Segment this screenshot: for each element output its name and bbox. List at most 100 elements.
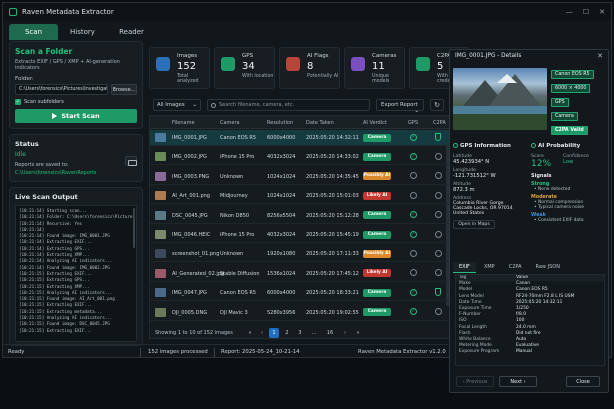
details-tabs: EXIF XMP C2PA Raw JSON [453, 262, 607, 273]
status-report: Report: 2025-05-24_10-21-14 [221, 349, 300, 355]
cell-camera: Nikon D850 [220, 212, 250, 219]
stat-sub: Potentially AI [307, 74, 339, 79]
confidence-value: Low [563, 159, 574, 165]
table-row[interactable]: IMG_0001.JPG Canon EOS R5 6000x4000 2025:05… [150, 130, 450, 146]
cell-date: 2025:05:20 18:33:21 [306, 290, 359, 297]
export-report-button[interactable]: Export Report ⌄ [376, 99, 424, 114]
cell-date: 2025:05:20 17:45:12 [306, 270, 359, 277]
page-button[interactable]: 2 [282, 328, 292, 338]
open-in-maps-button[interactable]: Open in Maps [453, 220, 495, 229]
cell-camera: Midjourney [220, 193, 248, 200]
lon-value: -121.731512° W [453, 173, 496, 179]
verdict-badge: Camera [363, 133, 391, 142]
status-panel: Status Idle Reports are saved to: C:\Use… [9, 134, 143, 182]
search-input[interactable]: Search filename, camera, etc. [207, 99, 370, 111]
table-row[interactable]: IMG_0047.JPG Canon EOS R5 6000x4000 2025:05… [150, 285, 450, 302]
page-button[interactable]: 16 [325, 328, 335, 338]
minimize-icon[interactable]: — [566, 8, 573, 16]
table-row[interactable]: AI_Generated_02.jpg Stable Diffusion 1536x… [150, 266, 450, 282]
exif-row: Exposure Program Manual [456, 349, 604, 355]
close-button[interactable]: Close [566, 376, 600, 387]
details-close-icon[interactable]: ✕ [597, 52, 603, 60]
filter-select[interactable]: All Images ⌄ [153, 99, 201, 111]
cell-camera: Canon EOS R5 [220, 290, 257, 297]
browse-button[interactable]: Browse... [111, 84, 137, 95]
verdict-badge: Camera [363, 211, 391, 220]
column-header[interactable]: Date Taken [306, 120, 334, 126]
log-scrollbar[interactable] [133, 208, 135, 248]
verdict-badge: Likely AI [363, 191, 391, 200]
refresh-icon[interactable]: ↻ [430, 99, 444, 111]
table-row[interactable]: DJI_0005.DNG DJI Mavic 3 5280x3956 2025:05:… [150, 305, 450, 321]
status-heading: Status [15, 140, 39, 148]
cell-filename: DJI_0005.DNG [172, 309, 208, 316]
page-button[interactable]: » [353, 328, 363, 338]
column-header[interactable]: Camera [220, 120, 240, 126]
open-folder-icon[interactable] [125, 156, 137, 166]
subfolders-checkbox[interactable]: ✓ [15, 99, 21, 105]
column-header[interactable]: GPS [408, 120, 418, 126]
table-row[interactable]: screenshot_01.png Unknown 1920x1080 2025:05… [150, 246, 450, 263]
stat-icon [286, 57, 300, 71]
exif-key: Make [459, 281, 471, 287]
gps-none-icon [410, 191, 417, 199]
table-row[interactable]: IMG_0003.PNG Unknown 1024x1024 2025:05:20 1… [150, 169, 450, 185]
tab-scan[interactable]: Scan [9, 24, 58, 40]
stats-row: Images 152 Total analyzed GPS 34 With locatio… [149, 47, 470, 89]
column-header[interactable]: C2PA [433, 120, 446, 126]
previous-button[interactable]: ‹ Previous [456, 376, 494, 387]
c2pa-none-icon [435, 230, 442, 238]
status-count: 152 images processed [148, 349, 208, 355]
details-tab-raw-json[interactable]: Raw JSON [530, 262, 566, 273]
saved-label: Reports are saved to: [15, 162, 69, 168]
tab-reader[interactable]: Reader [107, 24, 156, 40]
page-button[interactable]: 3 [295, 328, 305, 338]
stat-title: AI Flags [307, 53, 329, 59]
folder-input[interactable]: C:\Users\forensics\Pictures\Investigatio… [15, 84, 108, 95]
stat-value: 152 [177, 61, 197, 72]
verdict-badge: Possibly AI [363, 172, 391, 181]
thumbnail [155, 152, 166, 162]
page-button[interactable]: 1 [269, 328, 279, 338]
tab-history[interactable]: History [58, 24, 107, 40]
details-tab-xmp[interactable]: XMP [478, 262, 501, 273]
detail-tag: Camera [551, 112, 578, 121]
page-button[interactable]: « [245, 328, 255, 338]
next-button[interactable]: Next › [499, 376, 537, 387]
cell-resolution: 6000x4000 [267, 290, 296, 297]
gps-heading: GPS Information [453, 143, 528, 149]
cell-resolution: 1920x1080 [267, 251, 296, 258]
details-title: IMG_0001.JPG - Details [455, 53, 522, 59]
table-row[interactable]: IMG_0046.HEIC iPhone 15 Pro 4032x3024 2025:… [150, 227, 450, 243]
stat-icon [156, 57, 170, 71]
exif-value: Canon [516, 281, 531, 287]
column-header[interactable]: Filename [172, 120, 195, 126]
play-icon [52, 113, 58, 119]
log-output[interactable]: [10:21:14] Starting scan... [10:21:14] Fo… [15, 205, 137, 342]
cell-date: 2025:05:20 15:45:19 [306, 232, 359, 238]
stat-value: 8 [307, 61, 314, 72]
stat-title: GPS [242, 53, 254, 59]
page-button[interactable]: › [340, 328, 350, 338]
exif-header-value: Value [516, 275, 529, 280]
details-tab-c2pa[interactable]: C2PA [503, 262, 528, 273]
page-button[interactable]: ... [309, 328, 319, 338]
close-icon[interactable]: ✕ [599, 8, 605, 16]
c2pa-none-icon [435, 249, 442, 257]
page-button[interactable]: ‹ [257, 328, 267, 338]
stat-value: 11 [372, 61, 385, 72]
detail-tag: C2PA Valid [551, 126, 588, 135]
column-header[interactable]: Resolution [267, 120, 293, 126]
table-row[interactable]: IMG_0002.JPG iPhone 15 Pro 4032x3024 2025:0… [150, 149, 450, 166]
start-scan-button[interactable]: Start Scan [15, 109, 137, 123]
details-tab-exif[interactable]: EXIF [453, 262, 476, 273]
table-row[interactable]: DSC_0045.JPG Nikon D850 8256x5504 2025:05:2… [150, 208, 450, 224]
log-panel: Live Scan Output [10:21:14] Starting sca… [9, 187, 143, 346]
column-header[interactable]: AI Verdict [363, 120, 387, 126]
cell-camera: iPhone 15 Pro [220, 154, 255, 161]
exif-key: Metering Mode [459, 343, 492, 349]
table-row[interactable]: AI_Art_001.png Midjourney 1024x1024 2025:05… [150, 188, 450, 205]
cell-date: 2025:05:20 15:12:28 [306, 212, 359, 219]
cell-filename: screenshot_01.png [172, 251, 220, 258]
maximize-icon[interactable]: ☐ [583, 8, 589, 16]
